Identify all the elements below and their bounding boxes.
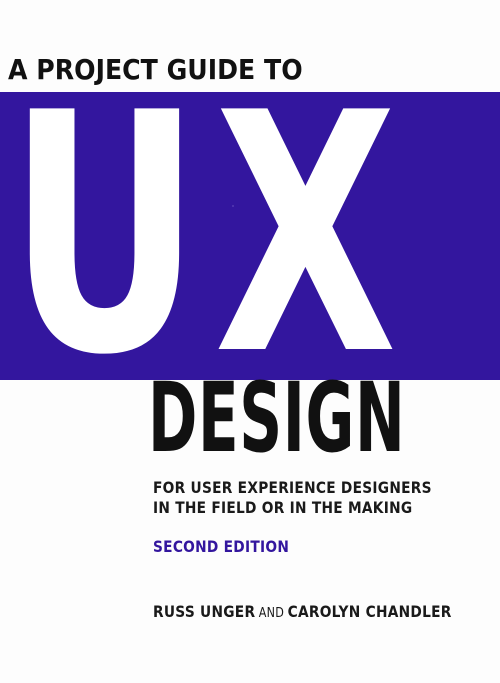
author-name-2: CAROLYN CHANDLER <box>287 602 452 621</box>
author-conjunction: AND <box>258 606 285 621</box>
title-design: DESIGN <box>148 362 406 474</box>
large-letter-u: U <box>8 43 201 427</box>
title-eyebrow: A PROJECT GUIDE TO <box>8 53 303 86</box>
edition-label: SECOND EDITION <box>153 537 290 556</box>
print-speck <box>232 205 234 207</box>
subtitle-line-1: FOR USER EXPERIENCE DESIGNERS <box>153 478 432 497</box>
large-letter-x: X <box>214 43 397 427</box>
author-line: RUSS UNGER AND CAROLYN CHANDLER <box>153 602 452 621</box>
subtitle-line-2: IN THE FIELD OR IN THE MAKING <box>153 498 413 517</box>
author-name-1: RUSS UNGER <box>153 602 256 621</box>
book-cover: U X A PROJECT GUIDE TO DESIGN FOR USER E… <box>0 0 500 683</box>
